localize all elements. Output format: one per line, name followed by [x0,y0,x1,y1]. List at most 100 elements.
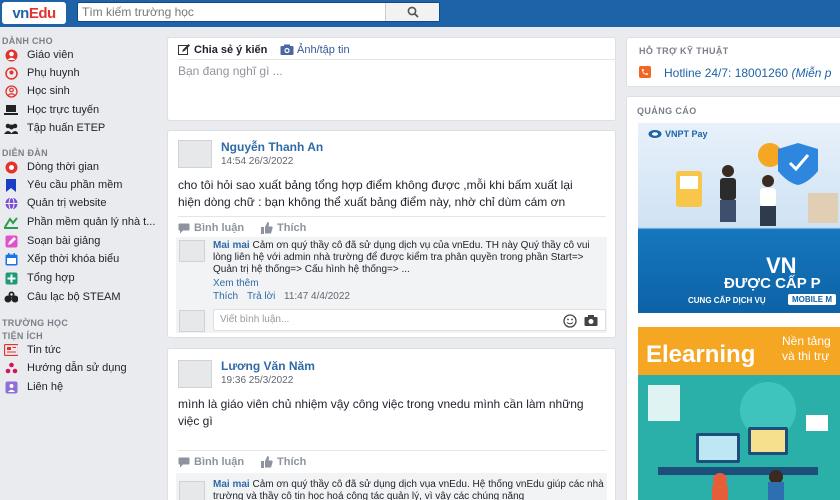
comment-like-link[interactable]: Thích [213,291,238,302]
sidebar-item-label: Quản trị website [27,197,107,209]
comment-body: Cảm ơn quý thầy cô đã sử dụng dịch vụ củ… [213,240,590,275]
post-divider [178,450,606,451]
comment-thread: Mai mai Cảm ơn quý thầy cô đã sử dụng dị… [176,237,607,333]
elearning-tag-1: Nền tảng [782,334,831,348]
sidebar-item-xep-thoi-khoa-bieu[interactable]: Xếp thời khóa biểu [4,250,160,268]
guide-icon [4,361,18,375]
group-icon [4,121,18,135]
comment-button[interactable]: Bình luận [178,456,244,468]
sidebar-item-label: Xếp thời khóa biểu [27,253,120,265]
hotline-number: Hotline 24/7: 18001260 [664,66,789,80]
software-icon [4,215,18,229]
logo-text-main: vn [12,4,29,22]
sidebar-item-soan-bai-giang[interactable]: Soạn bài giảng [4,232,160,250]
laptop-icon [4,103,18,117]
avatar[interactable] [179,240,205,262]
sidebar-item-label: Tin tức [27,344,61,356]
comment-icon [178,223,190,233]
emoji-icon[interactable] [563,314,577,328]
pencil-icon [4,234,18,248]
plus-icon [4,271,18,285]
left-sidebar: DÀNH CHO Giáo viên Phụ huynh Học sinh Họ… [0,27,160,500]
sidebar-item-hoc-sinh[interactable]: Học sinh [4,82,160,100]
sidebar-item-phu-huynh[interactable]: Phụ huynh [4,64,160,82]
sidebar-item-label: Hướng dẫn sử dụng [27,362,127,374]
sidebar-item-hoc-truc-tuyen[interactable]: Học trực tuyến [4,101,160,119]
comment-text: Mai mai Cảm ơn quý thầy cô đã sử dụng dị… [213,479,605,500]
hotline-text[interactable]: Hotline 24/7: 18001260 (Miễn p [664,66,831,80]
sidebar-item-label: Phụ huynh [27,67,80,79]
like-button[interactable]: Thích [261,222,306,234]
tab-share-opinion[interactable]: Chia sẻ ý kiến [178,44,267,56]
post-time[interactable]: 14:54 26/3/2022 [221,156,293,167]
avatar[interactable] [179,481,205,500]
search-input[interactable] [78,3,398,21]
camera-icon[interactable] [584,314,598,327]
composer-input[interactable]: Bạn đang nghĩ gì ... [178,64,283,78]
sidebar-item-label: Phần mềm quản lý nhà t... [27,216,156,228]
section-title-danh-cho: DÀNH CHO [2,36,53,46]
post-card: Lương Văn Năm 19:36 25/3/2022 mình là gi… [167,348,616,500]
comment-input[interactable] [214,310,544,328]
vnedu-logo[interactable]: vn Edu [2,2,66,24]
elearning-banner[interactable]: Elearning Nền tảng và thi trự [638,327,840,500]
tab-share-label: Chia sẻ ý kiến [194,44,268,56]
top-bar: vn Edu [0,0,840,27]
sidebar-item-label: Liên hệ [27,381,64,393]
sidebar-item-label: Yêu cầu phần mềm [27,179,123,191]
avatar[interactable] [178,360,212,388]
section-title-tien-ich: TIỆN ÍCH [2,331,43,341]
sidebar-item-cau-lac-bo-steam[interactable]: Câu lạc bộ STEAM [4,288,160,306]
elearning-tagline: Nền tảng và thi trự [782,334,831,364]
post-text: mình là giáo viên chủ nhiệm vậy công việ… [178,397,584,428]
see-more-link[interactable]: Xem thêm [213,278,259,289]
phone-icon [639,66,651,78]
comment-author[interactable]: Mai mai [213,479,250,490]
sidebar-item-label: Dòng thời gian [27,161,100,173]
thumbs-up-icon [261,456,273,468]
sidebar-item-phan-mem-quan-ly[interactable]: Phần mềm quản lý nhà t... [4,213,160,231]
comment-author[interactable]: Mai mai [213,240,250,251]
search-box [77,2,440,22]
like-label: Thích [277,456,307,468]
comment-label: Bình luận [194,222,245,234]
sidebar-item-yeu-cau-phan-mem[interactable]: Yêu cầu phần mềm [4,176,160,194]
like-button[interactable]: Thích [261,456,306,468]
ads-title: QUẢNG CÁO [637,106,697,116]
comment-thread: Mai mai Cảm ơn quý thầy cô đã sử dụng dị… [176,473,607,500]
comment-reply-link[interactable]: Trả lời [247,291,275,302]
timeline-icon [4,160,18,174]
elearning-title: Elearning [646,341,756,368]
sidebar-item-tin-tuc[interactable]: Tin tức [4,341,160,359]
like-label: Thích [277,222,307,234]
section-title-dien-dan: DIỄN ĐÀN [2,148,48,158]
post-author[interactable]: Nguyễn Thanh An [221,140,323,154]
sidebar-item-dong-thoi-gian[interactable]: Dòng thời gian [4,158,160,176]
post-time[interactable]: 19:36 25/3/2022 [221,375,293,386]
composer-divider [178,59,616,60]
avatar [179,310,205,332]
calendar-icon [4,252,18,266]
sidebar-item-tong-hop[interactable]: Tổng hợp [4,269,160,287]
parent-icon [4,66,18,80]
sidebar-item-lien-he[interactable]: Liên hệ [4,378,160,396]
news-icon [4,343,18,357]
post-author[interactable]: Lương Văn Năm [221,359,315,373]
tab-photo-file[interactable]: Ảnh/tập tin [280,44,350,56]
sidebar-item-giao-vien[interactable]: Giáo viên [4,46,160,64]
comment-button[interactable]: Bình luận [178,222,244,234]
ad1-badge: MOBILE M [788,294,836,305]
sidebar-item-huong-dan-su-dung[interactable]: Hướng dẫn sử dụng [4,359,160,377]
sidebar-item-quan-tri-website[interactable]: Quản trị website [4,194,160,212]
comment-time: 11:47 4/4/2022 [284,291,350,302]
sidebar-item-tap-huan-etep[interactable]: Tập huấn ETEP [4,119,160,137]
logo-text-accent: Edu [28,4,56,22]
sidebar-item-label: Học sinh [27,85,70,97]
ad-illustration [676,143,838,226]
vnpt-pay-banner[interactable]: VNPT Pay VN ĐƯỢC CẤP P CUNG CẤP DỊCH VỤ … [638,123,840,313]
elearning-illustration [638,375,840,500]
thumbs-up-icon [261,222,273,234]
avatar[interactable] [178,140,212,168]
post-composer: Chia sẻ ý kiến Ảnh/tập tin Bạn đang nghĩ… [167,37,616,121]
search-button[interactable] [385,3,439,21]
